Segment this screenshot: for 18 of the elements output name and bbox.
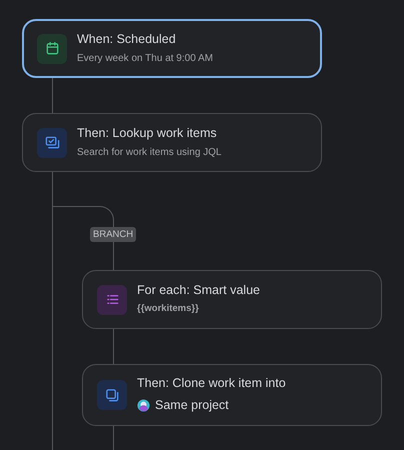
rule-card[interactable]: For each: Smart value {{workitems}} (82, 270, 382, 329)
project-name: Same project (155, 396, 229, 414)
project-avatar-icon (137, 398, 150, 412)
stacked-checkbox-icon (37, 128, 67, 158)
card-title: Then: Clone work item into (137, 376, 286, 391)
copy-icon (97, 380, 127, 410)
rule-card[interactable]: When: Scheduled Every week on Thu at 9:00 AM (22, 19, 322, 78)
rule-card[interactable]: Then: Clone work item into Same project (82, 364, 382, 426)
card-description: Every week on Thu at 9:00 AM (77, 52, 214, 66)
card-description: Search for work items using JQL (77, 146, 222, 160)
calendar-icon (37, 34, 67, 64)
card-title: Then: Lookup work items (77, 126, 218, 140)
rule-card[interactable]: Then: Lookup work items Search for work items using JQL (22, 113, 322, 172)
list-icon (97, 284, 127, 314)
branch-label: BRANCH (90, 227, 136, 242)
card-title: When: Scheduled (77, 32, 177, 46)
card-title: For each: Smart value (137, 282, 260, 298)
card-description: {{workitems}} (137, 302, 200, 316)
